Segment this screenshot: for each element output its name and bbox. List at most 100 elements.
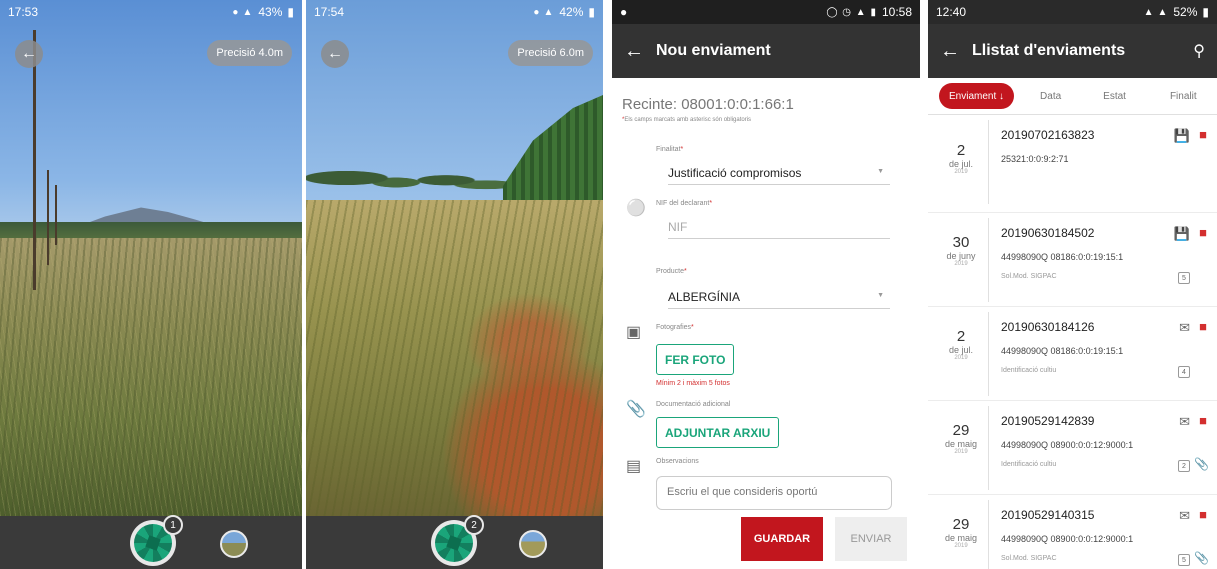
- mail-icon[interactable]: ✉: [1179, 508, 1190, 524]
- gps-precision-badge: Precisió 4.0m: [207, 40, 292, 66]
- recinte-heading: Recinte: 08001:0:0:1:66:1: [622, 96, 794, 113]
- save-icon[interactable]: 💾: [1174, 128, 1190, 144]
- shutter-button[interactable]: 2: [431, 515, 484, 566]
- item-day: 2: [956, 142, 966, 159]
- finalitat-select[interactable]: Justificació compromisos ▼: [668, 166, 890, 185]
- save-button[interactable]: GUARDAR: [741, 517, 823, 561]
- paperclip-icon: 📎: [1194, 457, 1209, 471]
- photo-count-badge: 4: [1178, 366, 1190, 378]
- last-photo-thumbnail[interactable]: [220, 530, 248, 558]
- comment-icon: ▤: [626, 458, 642, 475]
- item-month: de maig: [944, 533, 978, 543]
- item-year: 2019: [954, 261, 968, 267]
- item-day: 2: [956, 328, 966, 345]
- delete-icon[interactable]: ■: [1199, 225, 1207, 240]
- item-month: de jul.: [948, 159, 974, 169]
- back-arrow-icon[interactable]: ←: [612, 40, 656, 63]
- delete-icon[interactable]: ■: [1199, 127, 1207, 142]
- item-month: de juny: [946, 251, 976, 261]
- notification-dot-icon: ●: [620, 5, 628, 19]
- item-detail: 25321:0:0:9:2:71: [1001, 154, 1069, 164]
- list-item[interactable]: 30 de juny 2019 20190630184502 44998090Q 0…: [928, 218, 1217, 302]
- shutter-button[interactable]: 1: [130, 515, 183, 566]
- delete-icon[interactable]: ■: [1199, 319, 1207, 334]
- sort-tabs: Enviament ↓ Data Estat Finalit: [928, 78, 1217, 114]
- finalitat-label: Finalitat*: [656, 146, 684, 153]
- item-year: 2019: [954, 355, 968, 361]
- last-photo-thumbnail[interactable]: [519, 530, 547, 558]
- signal-icon: ● ▲: [533, 6, 555, 18]
- battery-icon: ▮: [1202, 5, 1209, 19]
- camera-screen-2: 17:54 ● ▲ 42% ▮ ← Precisió 6.0m 2: [306, 0, 603, 569]
- mail-icon[interactable]: ✉: [1179, 320, 1190, 336]
- item-detail: 44998090Q 08186:0:0:19:15:1: [1001, 346, 1124, 356]
- status-bar: 17:53 ● ▲ 43% ▮: [0, 0, 302, 24]
- list-item[interactable]: 29 de maig 2019 20190529140315 44998090Q 0…: [928, 500, 1217, 569]
- observacions-input[interactable]: Escriu el que consideris oportú: [656, 476, 892, 510]
- dropdown-arrow-icon: ▼: [877, 168, 884, 175]
- paperclip-icon: 📎: [626, 401, 646, 418]
- search-icon[interactable]: ⚲: [1193, 41, 1205, 61]
- camera-viewfinder: [306, 0, 603, 516]
- list-item[interactable]: 2 de jul. 2019 20190630184126 44998090Q 08…: [928, 312, 1217, 396]
- signal-icon: ● ▲: [232, 6, 254, 18]
- list-item[interactable]: 2 de jul. 2019 20190702163823 25321:0:0:9:…: [928, 120, 1217, 204]
- back-arrow-icon[interactable]: ←: [928, 40, 972, 63]
- photo-count-badge: 5: [1178, 554, 1190, 566]
- item-id: 20190529140315: [1001, 508, 1095, 522]
- item-day: 30: [952, 234, 970, 251]
- delete-icon[interactable]: ■: [1199, 507, 1207, 522]
- arrow-left-icon: ←: [21, 45, 37, 62]
- item-detail: 44998090Q 08900:0:0:12:9000:1: [1001, 440, 1134, 450]
- status-icons: ◯ ◷ ▲ ▮: [826, 6, 877, 18]
- camera-icon: ▣: [626, 324, 642, 341]
- item-id: 20190529142839: [1001, 414, 1095, 428]
- observacions-label: Observacions: [656, 458, 699, 465]
- item-year: 2019: [954, 169, 968, 175]
- app-bar: ← Llistat d'enviaments ⚲: [928, 24, 1217, 78]
- take-photo-button[interactable]: FER FOTO: [656, 344, 735, 375]
- item-year: 2019: [954, 449, 968, 455]
- attach-file-button[interactable]: ADJUNTAR ARXIU: [656, 417, 780, 448]
- back-button[interactable]: ←: [321, 40, 349, 68]
- required-note: *Els camps marcats amb asterisc són obli…: [622, 117, 752, 123]
- delete-icon[interactable]: ■: [1199, 413, 1207, 428]
- back-button[interactable]: ←: [15, 40, 43, 68]
- battery-icon: ▮: [588, 5, 595, 19]
- item-type: Identificació cultiu: [1001, 461, 1057, 468]
- item-day: 29: [952, 516, 970, 533]
- list-item[interactable]: 29 de maig 2019 20190529142839 44998090Q 0…: [928, 406, 1217, 490]
- battery-level: 43%: [258, 5, 283, 19]
- photo-count-badge: 5: [1178, 272, 1190, 284]
- nif-label: NIF del declarant*: [656, 200, 713, 207]
- producte-select[interactable]: ALBERGÍNIA ▼: [668, 290, 890, 309]
- item-id: 20190702163823: [1001, 128, 1095, 142]
- status-time: 12:40: [936, 5, 967, 19]
- item-type: Sol.Mod. SIGPAC: [1001, 555, 1057, 562]
- item-detail: 44998090Q 08186:0:0:19:15:1: [1001, 252, 1124, 262]
- camera-viewfinder: [0, 0, 302, 516]
- arrow-left-icon: ←: [327, 45, 343, 62]
- photo-count-badge: 2: [1178, 460, 1190, 472]
- item-month: de jul.: [948, 345, 974, 355]
- tab-estat[interactable]: Estat: [1099, 91, 1130, 102]
- tab-data[interactable]: Data: [1036, 91, 1065, 102]
- save-icon[interactable]: 💾: [1174, 226, 1190, 242]
- item-id: 20190630184502: [1001, 226, 1095, 240]
- fotografies-label: Fotografies*: [656, 324, 694, 331]
- send-button[interactable]: ENVIAR: [835, 517, 907, 561]
- item-month: de maig: [944, 439, 978, 449]
- photo-count-hint: Mínim 2 i màxim 5 fotos: [656, 380, 730, 387]
- tab-enviament[interactable]: Enviament ↓: [939, 83, 1015, 109]
- tab-finalitat[interactable]: Finalit: [1166, 91, 1201, 102]
- signal-icon: ▲ ▲: [1143, 6, 1169, 18]
- app-bar: ← Nou enviament: [612, 24, 920, 78]
- person-icon: ⚪: [626, 200, 646, 217]
- item-type: Identificació cultiu: [1001, 367, 1057, 374]
- nif-input[interactable]: NIF: [668, 220, 890, 239]
- battery-level: 52%: [1173, 5, 1198, 19]
- photo-count-badge: 1: [163, 515, 183, 535]
- camera-screen-1: 17:53 ● ▲ 43% ▮ ← Precisió 4.0m 1: [0, 0, 302, 569]
- status-bar: 12:40 ▲ ▲ 52% ▮: [928, 0, 1217, 24]
- mail-icon[interactable]: ✉: [1179, 414, 1190, 430]
